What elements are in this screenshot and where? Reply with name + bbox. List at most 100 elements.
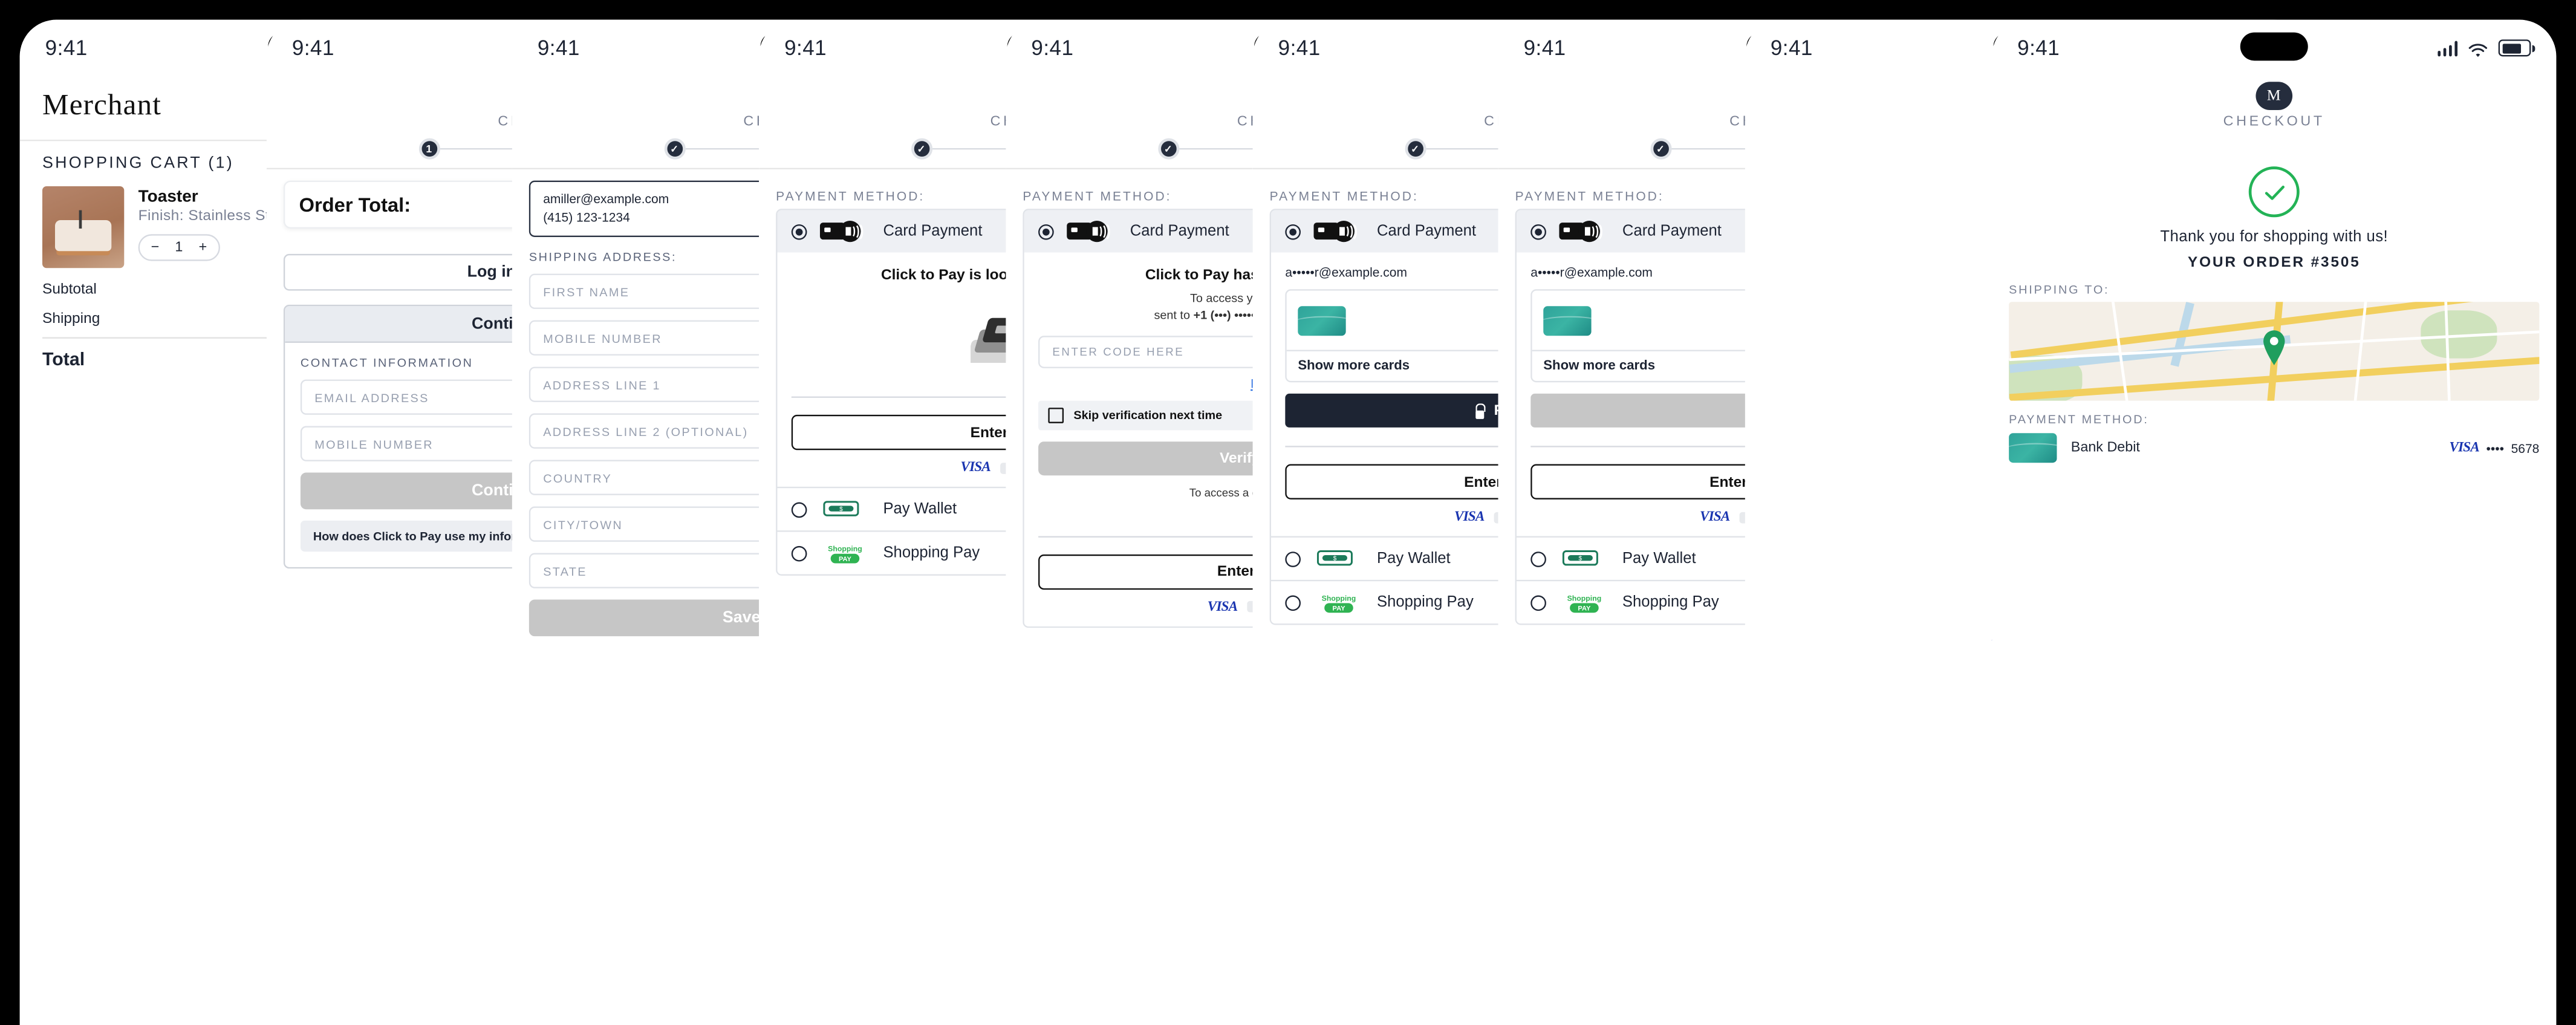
qty-plus-button[interactable]: + bbox=[199, 240, 207, 256]
card-payment-label: Card Payment bbox=[1622, 223, 1722, 240]
lock-icon bbox=[1473, 403, 1486, 418]
step-1-done: ✓ bbox=[1404, 138, 1426, 160]
svg-text:PAY: PAY bbox=[1578, 605, 1591, 613]
svg-text:PAY: PAY bbox=[1333, 605, 1346, 613]
visa-logo: VISA bbox=[1454, 509, 1485, 525]
status-time: 9:41 bbox=[1770, 36, 1813, 60]
merchant-logo: Merchant bbox=[42, 87, 162, 122]
svg-text:PAY: PAY bbox=[839, 556, 852, 563]
first-name-field[interactable]: FIRST NAME bbox=[529, 273, 789, 310]
confirmation-body: Thank you for shopping with us! YOUR ORD… bbox=[1992, 138, 2556, 1025]
card-art bbox=[2009, 433, 2057, 463]
otp-sub-prefix: sent to bbox=[1154, 308, 1194, 323]
card-name: Bank Debit bbox=[2070, 440, 2140, 456]
pay-wallet-label: Pay Wallet bbox=[883, 501, 957, 518]
status-bar: 9:41 bbox=[1992, 19, 2557, 76]
svg-text:Shopping: Shopping bbox=[828, 545, 862, 553]
battery-icon bbox=[2498, 39, 2535, 57]
checkbox-icon[interactable] bbox=[1048, 407, 1064, 423]
wifi-icon bbox=[2467, 40, 2488, 56]
card-last4: 5678 bbox=[2511, 441, 2540, 455]
qty-minus-button[interactable]: − bbox=[151, 240, 160, 256]
order-number: YOUR ORDER #3505 bbox=[2187, 253, 2361, 271]
product-image bbox=[42, 186, 125, 268]
status-time: 9:41 bbox=[1523, 36, 1566, 60]
card-dots: •••• bbox=[2486, 441, 2504, 455]
pay-wallet-icon: $ bbox=[819, 498, 870, 521]
radio-icon bbox=[1530, 551, 1546, 567]
masked-email: a•••••r@example.com bbox=[1285, 265, 1407, 279]
radio-selected-icon bbox=[791, 223, 807, 239]
card-payment-label: Card Payment bbox=[883, 223, 983, 240]
radio-icon bbox=[791, 545, 807, 561]
storyboard: 9:41 Merchant SHOPPING CART (1) Toaster … bbox=[0, 0, 2576, 1025]
total-label: Total bbox=[42, 348, 85, 370]
notch bbox=[2240, 32, 2308, 61]
shopping-pay-icon: Shopping PAY bbox=[1559, 591, 1610, 614]
radio-icon bbox=[1285, 551, 1301, 567]
svg-text:$: $ bbox=[1333, 555, 1337, 562]
step-1-done: ✓ bbox=[910, 138, 932, 160]
shopping-pay-icon: Shopping PAY bbox=[819, 542, 870, 564]
status-time: 9:41 bbox=[784, 36, 827, 60]
status-time: 9:41 bbox=[1031, 36, 1074, 60]
radio-icon bbox=[1530, 594, 1546, 611]
shopping-pay-label: Shopping Pay bbox=[883, 544, 980, 562]
checkout-header: M CHECKOUT bbox=[1992, 76, 2556, 138]
radio-selected-icon bbox=[1038, 223, 1054, 239]
click-to-pay-icon bbox=[1313, 220, 1364, 242]
subtotal-label: Subtotal bbox=[42, 281, 97, 298]
svg-text:$: $ bbox=[1579, 555, 1582, 562]
visa-logo: VISA bbox=[960, 460, 990, 476]
shipping-map[interactable] bbox=[2009, 302, 2540, 401]
pay-wallet-label: Pay Wallet bbox=[1376, 550, 1451, 567]
click-to-pay-icon bbox=[1559, 220, 1610, 242]
skip-verification-label: Skip verification next time bbox=[1073, 408, 1223, 423]
status-time: 9:41 bbox=[2017, 36, 2060, 60]
step-1-done: ✓ bbox=[1650, 138, 1671, 160]
step-1-done: ✓ bbox=[663, 138, 685, 160]
confirmation-screen: M CHECKOUT Thank you for shopping with u… bbox=[1992, 76, 2557, 1025]
shopping-pay-label: Shopping Pay bbox=[1376, 594, 1474, 611]
checkout-title: CHECKOUT bbox=[2223, 114, 2325, 130]
card-payment-label: Card Payment bbox=[1376, 223, 1477, 240]
payment-method-label: PAYMENT METHOD: bbox=[2009, 412, 2149, 426]
card-payment-label: Card Payment bbox=[1130, 223, 1229, 240]
card-art bbox=[1543, 305, 1592, 336]
state-field[interactable]: STATE bbox=[529, 553, 789, 589]
confirmation-payment-row: Bank Debit VISA •••• 5678 bbox=[2009, 433, 2539, 463]
visa-logo: VISA bbox=[1207, 599, 1238, 616]
map-pin-icon bbox=[2261, 330, 2288, 365]
click-to-pay-icon bbox=[819, 220, 870, 242]
status-time: 9:41 bbox=[537, 36, 580, 60]
merchant-badge: M bbox=[2256, 82, 2293, 110]
status-time: 9:41 bbox=[45, 36, 88, 60]
step-1: 1 bbox=[418, 138, 440, 160]
order-total-label: Order Total: bbox=[299, 193, 411, 216]
visa-logo: VISA bbox=[1699, 509, 1730, 525]
shopping-pay-label: Shopping Pay bbox=[1622, 594, 1719, 611]
radio-selected-icon bbox=[1530, 223, 1546, 239]
pay-wallet-icon: $ bbox=[1559, 547, 1610, 570]
cellular-signal-icon bbox=[2437, 40, 2458, 56]
shopping-pay-icon: Shopping PAY bbox=[1313, 591, 1364, 614]
phone-screen-confirmation: 9:41 M CHECKOUT Thank you for shopping w… bbox=[1992, 19, 2557, 1025]
qty-value: 1 bbox=[175, 239, 183, 256]
step-1-done: ✓ bbox=[1157, 138, 1179, 160]
status-time: 9:41 bbox=[1278, 36, 1321, 60]
shipping-to-label: SHIPPING TO: bbox=[2009, 282, 2110, 296]
shipping-label: Shipping bbox=[42, 310, 100, 328]
pay-wallet-label: Pay Wallet bbox=[1622, 550, 1696, 567]
click-to-pay-icon bbox=[1067, 220, 1117, 242]
svg-text:Shopping: Shopping bbox=[1567, 594, 1602, 602]
radio-icon bbox=[791, 501, 807, 518]
radio-icon bbox=[1285, 594, 1301, 611]
svg-text:Shopping: Shopping bbox=[1322, 594, 1356, 602]
svg-text:$: $ bbox=[839, 506, 843, 513]
status-time: 9:41 bbox=[291, 36, 334, 60]
visa-logo: VISA bbox=[2449, 440, 2479, 456]
quantity-stepper[interactable]: − 1 + bbox=[138, 234, 220, 261]
masked-email: a•••••r@example.com bbox=[1530, 265, 1653, 279]
pay-wallet-icon: $ bbox=[1313, 547, 1364, 570]
success-check-icon bbox=[2248, 166, 2300, 218]
